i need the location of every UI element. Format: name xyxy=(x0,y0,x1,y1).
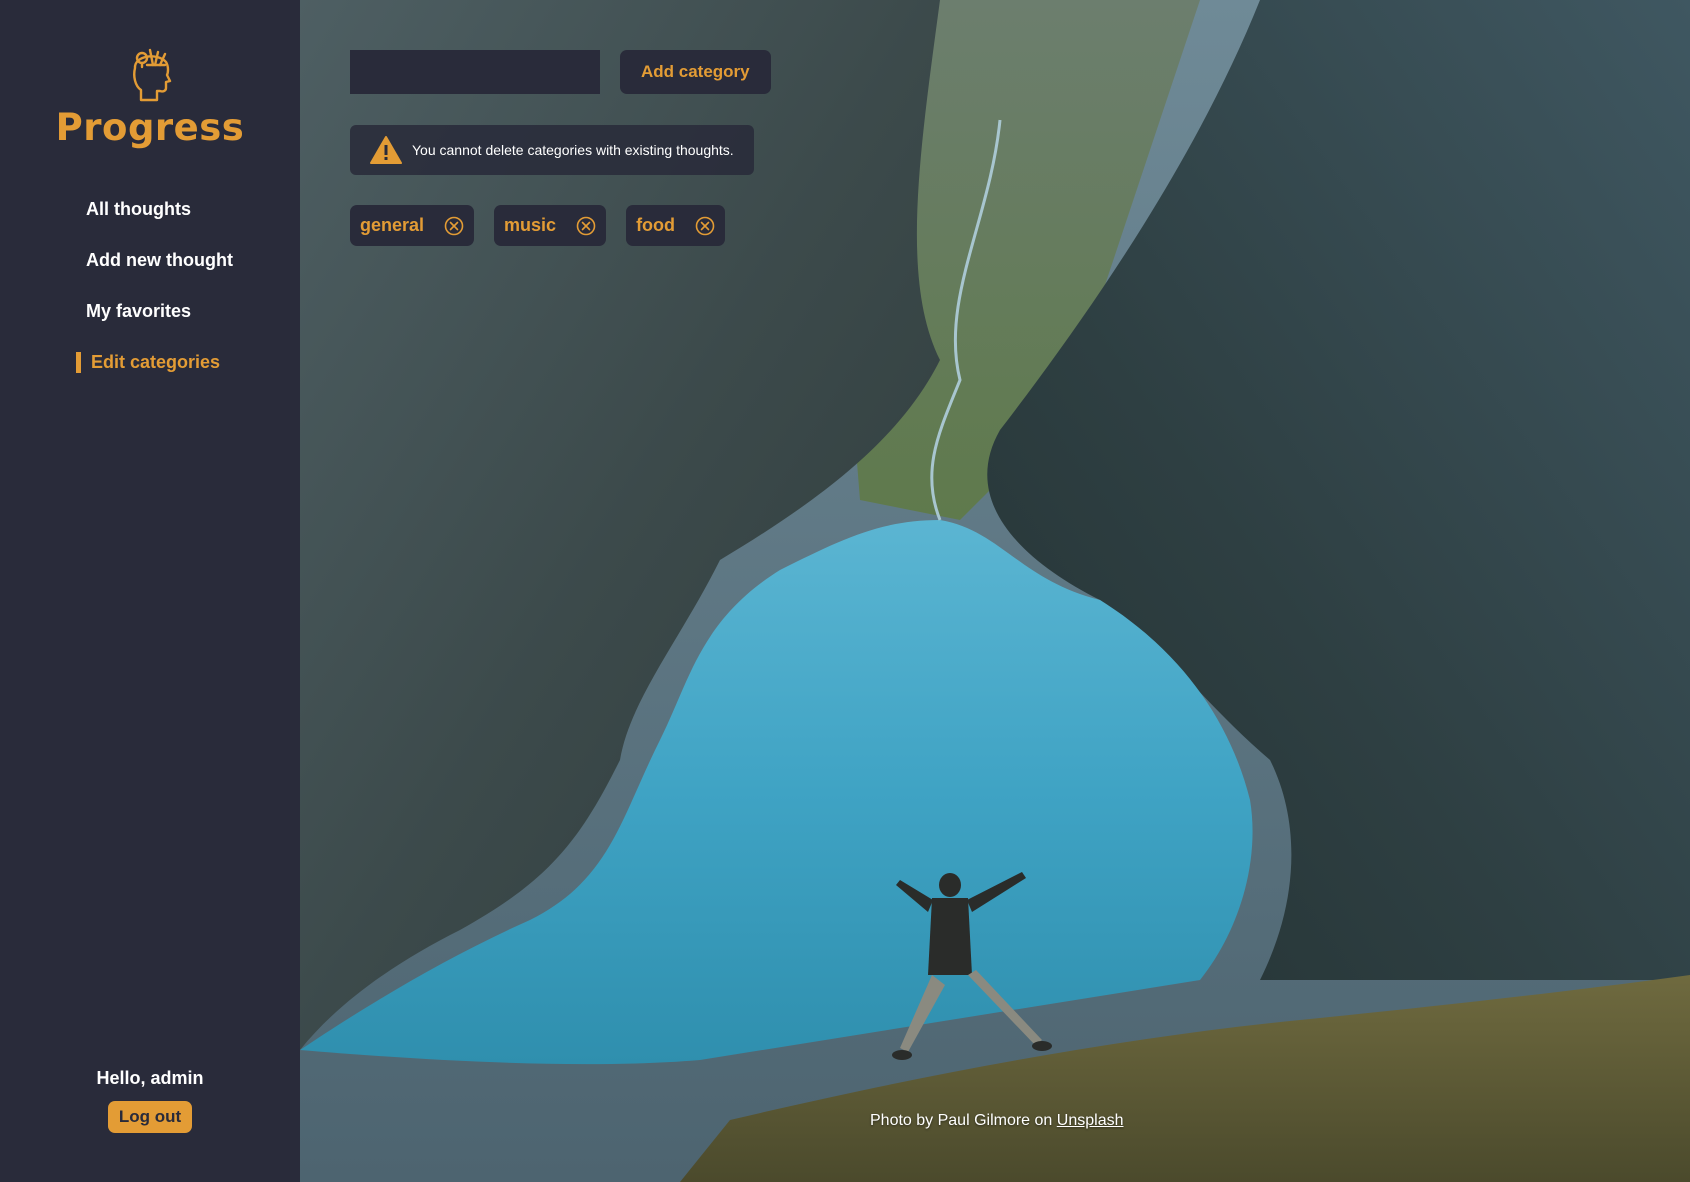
category-label: food xyxy=(636,215,676,235)
category-list: general music food xyxy=(350,205,745,246)
head-with-ideas-icon xyxy=(133,48,172,102)
circle-x-icon[interactable] xyxy=(444,216,464,236)
brand-name: Progress xyxy=(55,106,245,149)
category-chip-food: food xyxy=(626,205,726,246)
nav-item-all-thoughts[interactable]: All thoughts xyxy=(0,190,300,241)
logout-button[interactable]: Log out xyxy=(107,1101,193,1133)
category-name-input[interactable] xyxy=(350,50,600,94)
photo-credit-text: Photo by Paul Gilmore on xyxy=(870,1112,1053,1129)
add-category-button[interactable]: Add category xyxy=(620,50,771,94)
nav-item-my-favorites[interactable]: My favorites xyxy=(0,292,300,343)
photo-credit: Photo by Paul Gilmore on Unsplash xyxy=(870,1112,1123,1130)
nav-item-add-new-thought[interactable]: Add new thought xyxy=(0,241,300,292)
warning-text: You cannot delete categories with existi… xyxy=(412,142,734,158)
user-greeting: Hello, admin xyxy=(96,1068,204,1088)
circle-x-icon[interactable] xyxy=(576,216,596,236)
sidebar: Progress All thoughts Add new thought My… xyxy=(0,0,300,1182)
circle-x-icon[interactable] xyxy=(695,216,715,236)
warning-message: You cannot delete categories with existi… xyxy=(350,125,754,175)
background-photo xyxy=(300,0,1690,1182)
main-nav: All thoughts Add new thought My favorite… xyxy=(0,190,300,394)
unsplash-link[interactable]: Unsplash xyxy=(1057,1112,1124,1129)
category-chip-music: music xyxy=(494,205,607,246)
main-content: Add category You cannot delete categorie… xyxy=(300,0,1690,1182)
category-chip-general: general xyxy=(350,205,475,246)
category-label: music xyxy=(504,215,557,235)
category-label: general xyxy=(360,215,425,235)
add-category-form: Add category xyxy=(350,50,771,94)
nav-item-edit-categories[interactable]: Edit categories xyxy=(0,343,300,394)
app-window: Progress All thoughts Add new thought My… xyxy=(0,0,1690,1182)
warning-triangle-icon xyxy=(370,136,402,164)
user-box: Hello, admin Log out xyxy=(0,1068,300,1133)
brand: Progress xyxy=(0,46,300,149)
